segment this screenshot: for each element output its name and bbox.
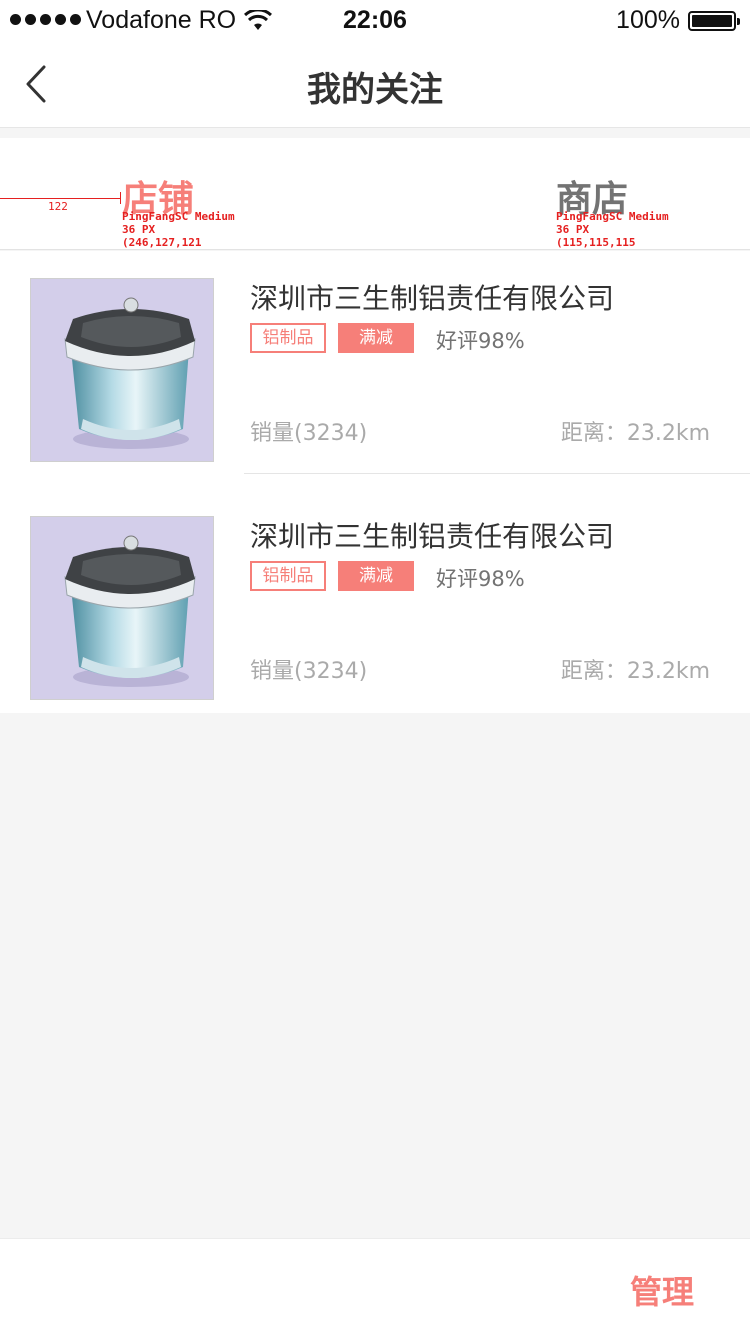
navigation-bar: 我的关注 — [0, 40, 750, 128]
sales-count: 销量(3234) — [250, 659, 368, 684]
sales-count: 销量(3234) — [250, 421, 368, 446]
list-item[interactable]: 深圳市三生制铝责任有限公司 铝制品 满减 好评98% 销量(3234) 距离：2… — [0, 251, 750, 482]
measure-tick — [120, 192, 121, 204]
manage-button[interactable]: 管理 — [630, 1267, 694, 1313]
washing-machine-image — [30, 278, 214, 462]
page-title: 我的关注 — [307, 70, 443, 110]
washing-machine-image — [30, 516, 214, 700]
tag-promotion: 满减 — [338, 561, 414, 591]
measure-annotation: 122 — [48, 200, 68, 213]
shop-name: 深圳市三生制铝责任有限公司 — [250, 282, 615, 315]
tag-category: 铝制品 — [250, 561, 326, 591]
shop-list: 深圳市三生制铝责任有限公司 铝制品 满减 好评98% 销量(3234) 距离：2… — [0, 251, 750, 713]
distance-text: 距离：23.2km — [560, 421, 710, 446]
shop-name: 深圳市三生制铝责任有限公司 — [250, 520, 615, 553]
tag-promotion: 满减 — [338, 323, 414, 353]
rating-text: 好评98% — [436, 329, 525, 353]
bottom-toolbar: 管理 — [0, 1238, 750, 1334]
rating-text: 好评98% — [436, 567, 525, 591]
status-bar: Vodafone RO 22:06 100% — [0, 0, 750, 40]
divider — [244, 473, 750, 474]
tab-bar: 122 店铺 PingFangSC Medium 36 PX (246,127,… — [0, 138, 750, 262]
list-item[interactable]: 深圳市三生制铝责任有限公司 铝制品 满减 好评98% 销量(3234) 距离：2… — [0, 489, 750, 720]
battery-percentage: 100% — [616, 6, 680, 34]
tag-category: 铝制品 — [250, 323, 326, 353]
distance-text: 距离：23.2km — [560, 659, 710, 684]
battery-icon — [688, 11, 740, 31]
measure-line — [0, 198, 120, 199]
